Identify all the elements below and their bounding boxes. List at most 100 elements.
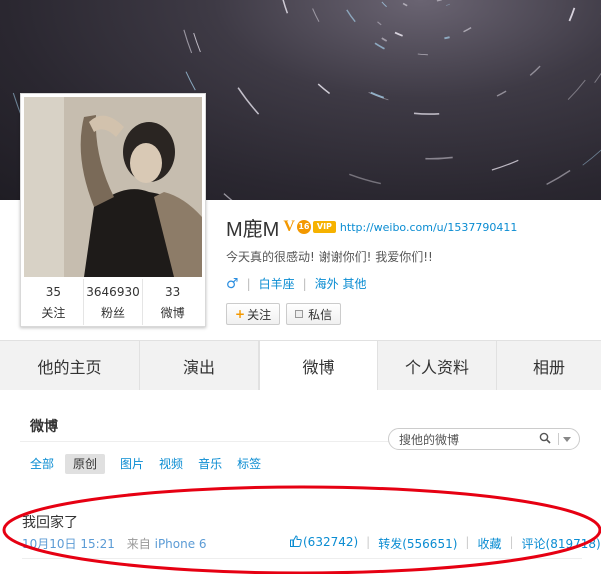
- stat-value: 33: [165, 285, 181, 299]
- zodiac-link[interactable]: 白羊座: [259, 275, 295, 292]
- star-trail: [185, 71, 196, 91]
- star-trail: [349, 173, 381, 185]
- star-trail: [346, 9, 356, 23]
- avatar-photo: [24, 97, 202, 277]
- filter-bar: 全部 原创 图片 视频 音乐 标签: [30, 454, 276, 474]
- star-trail: [417, 53, 428, 56]
- divider: |: [465, 535, 470, 549]
- avatar[interactable]: [24, 97, 202, 277]
- star-trail: [374, 42, 385, 50]
- tab-shows[interactable]: 演出: [140, 341, 259, 390]
- divider: |: [366, 535, 371, 549]
- star-trail: [425, 156, 453, 160]
- divider: |: [302, 276, 307, 291]
- star-trail: [381, 37, 388, 42]
- post-time-link[interactable]: 10月10日 15:21: [22, 537, 115, 551]
- post-divider: [22, 558, 582, 559]
- star-trail: [237, 87, 260, 115]
- star-trail: [491, 159, 519, 171]
- star-trail: [282, 0, 289, 14]
- avatar-card: 35 关注 3646930 粉丝 33 微博: [20, 93, 206, 327]
- vip-badge-icon[interactable]: VIP: [312, 221, 336, 233]
- feed-section: 微博 搜他的微博 全部 原创 图片 视频 音乐 标签 我回家了 10月10日 1…: [0, 390, 601, 574]
- star-trail: [496, 90, 507, 97]
- stat-label: 关注: [41, 306, 66, 320]
- post-text: 我回家了: [22, 515, 78, 531]
- stat-value: 3646930: [86, 285, 140, 299]
- stat-value: 35: [45, 285, 61, 299]
- star-trail: [381, 1, 387, 8]
- star-trail: [312, 8, 320, 22]
- profile-meta: ♂ | 白羊座 | 海外 其他: [226, 275, 367, 292]
- stat-label: 微博: [160, 306, 185, 320]
- star-trail: [183, 29, 193, 54]
- star-trail: [546, 169, 571, 186]
- filter-pictures[interactable]: 图片: [120, 454, 144, 474]
- stat-following[interactable]: 35 关注: [24, 279, 84, 325]
- post-source-link[interactable]: iPhone 6: [155, 537, 207, 551]
- profile-name: M鹿M: [226, 218, 280, 241]
- divider: |: [246, 276, 251, 291]
- message-button[interactable]: 私信: [286, 303, 342, 325]
- tab-profile-info[interactable]: 个人资料: [378, 341, 497, 390]
- favorite-button[interactable]: 收藏: [477, 535, 501, 552]
- like-button[interactable]: (632742): [290, 535, 358, 552]
- star-trail: [445, 3, 451, 6]
- tab-home[interactable]: 他的主页: [0, 341, 140, 390]
- message-label: 私信: [308, 307, 333, 322]
- bio-text: 今天真的很感动! 谢谢你们! 我爱你们!!: [226, 250, 433, 264]
- plus-icon: +: [235, 307, 246, 321]
- post-meta: 10月10日 15:21 来自 iPhone 6: [22, 535, 207, 552]
- chevron-down-icon[interactable]: [563, 437, 571, 442]
- filter-all[interactable]: 全部: [30, 454, 54, 474]
- star-trail: [402, 2, 408, 7]
- message-icon: [295, 310, 304, 318]
- filter-music[interactable]: 音乐: [198, 454, 222, 474]
- star-trail: [436, 0, 443, 2]
- verified-icon[interactable]: V: [283, 218, 295, 236]
- name-row: M鹿M V 16 VIP http://weibo.com/u/15377904…: [226, 214, 517, 241]
- search-placeholder: 搜他的微博: [399, 432, 460, 447]
- thumbs-up-icon: [290, 535, 302, 547]
- star-trail: [567, 79, 586, 100]
- star-trail: [529, 65, 541, 76]
- level-badge-icon[interactable]: 16: [296, 220, 311, 234]
- star-trail: [444, 36, 450, 40]
- star-trail: [370, 91, 385, 99]
- tab-album[interactable]: 相册: [497, 341, 601, 390]
- follow-label: 关注: [247, 307, 272, 322]
- star-trail: [594, 72, 601, 83]
- post-via-prefix: 来自: [126, 537, 151, 551]
- section-title: 微博: [30, 419, 58, 435]
- like-count: (632742): [303, 535, 359, 549]
- weibo-profile-page: 35 关注 3646930 粉丝 33 微博 M鹿M V 16 VIP http…: [0, 0, 601, 574]
- stat-followers[interactable]: 3646930 粉丝: [84, 279, 144, 325]
- stat-posts[interactable]: 33 微博: [143, 279, 202, 325]
- profile-tabs: 他的主页 演出 微博 个人资料 相册: [0, 340, 601, 391]
- tab-weibo[interactable]: 微博: [259, 341, 378, 391]
- post-actions: (632742) | 转发(556651) | 收藏 | 评论(819718): [290, 535, 601, 552]
- repost-button[interactable]: 转发(556651): [378, 535, 457, 552]
- star-trail: [377, 21, 382, 26]
- star-trail: [193, 32, 201, 53]
- search-input[interactable]: 搜他的微博: [388, 428, 580, 450]
- search-icon[interactable]: [539, 432, 551, 444]
- star-trail: [568, 7, 576, 22]
- star-trail: [394, 31, 403, 37]
- divider: |: [509, 535, 514, 549]
- filter-original[interactable]: 原创: [65, 454, 106, 474]
- star-trail: [582, 149, 601, 166]
- star-trail: [463, 27, 472, 33]
- male-icon: ♂: [226, 275, 239, 292]
- filter-videos[interactable]: 视频: [159, 454, 183, 474]
- star-trail: [317, 83, 331, 95]
- profile-actions: + 关注 私信: [226, 303, 347, 325]
- filter-tags[interactable]: 标签: [237, 454, 261, 474]
- location-link[interactable]: 海外 其他: [315, 275, 367, 292]
- star-trail: [413, 112, 440, 115]
- divider: [558, 433, 559, 445]
- comment-button[interactable]: 评论(819718): [522, 535, 601, 552]
- profile-url-link[interactable]: http://weibo.com/u/1537790411: [340, 221, 517, 234]
- stat-label: 粉丝: [101, 306, 126, 320]
- follow-button[interactable]: + 关注: [226, 303, 281, 325]
